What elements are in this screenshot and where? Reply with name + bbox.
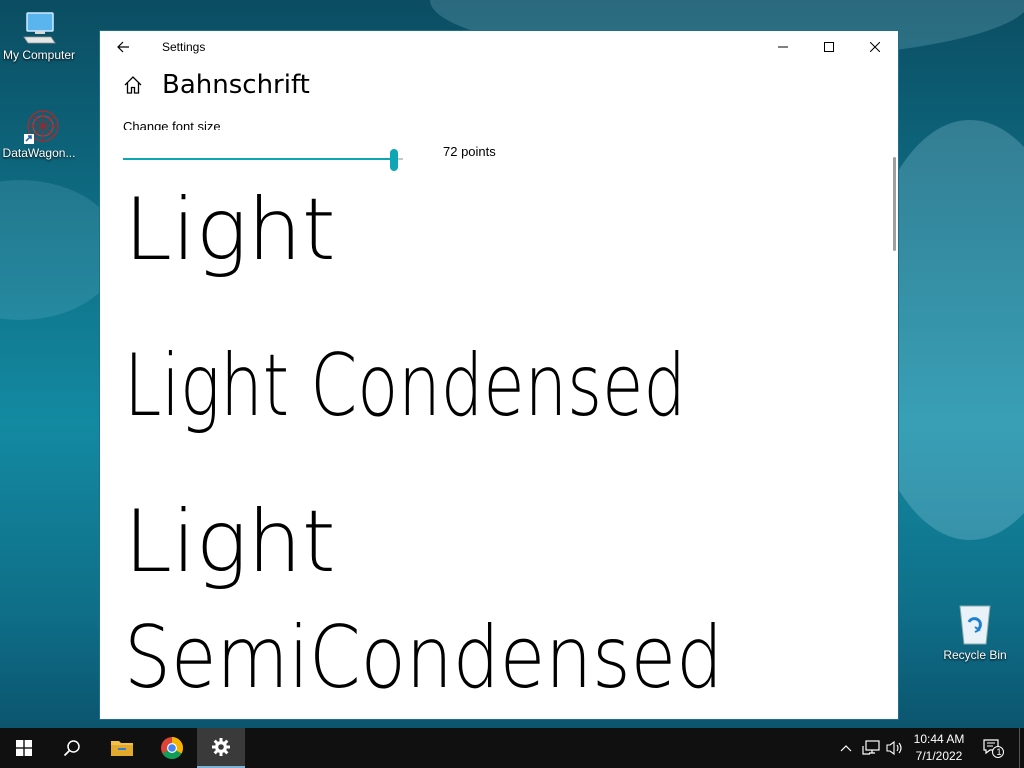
back-button[interactable]: [100, 31, 146, 63]
close-button[interactable]: [852, 31, 898, 63]
search-icon: [63, 740, 80, 757]
font-size-label: Change font size: [123, 120, 221, 130]
recycle-bin-icon: [955, 602, 995, 646]
taskbar-file-explorer[interactable]: [98, 728, 146, 768]
gear-icon: [212, 738, 230, 756]
slider-fill: [123, 158, 394, 160]
font-details-content: Change font size 72 points Light Light C…: [100, 107, 898, 719]
font-sample-light: Light: [124, 180, 336, 280]
desktop-icon-label: Recycle Bin: [943, 648, 1007, 662]
taskbar-clock[interactable]: 10:44 AM 7/1/2022: [904, 731, 974, 765]
clock-time: 10:44 AM: [913, 732, 965, 746]
scrollbar-thumb[interactable]: [893, 157, 896, 251]
action-center-button[interactable]: 1: [980, 728, 1006, 768]
home-icon[interactable]: [122, 74, 144, 96]
desktop-icon-recycle-bin[interactable]: Recycle Bin: [933, 602, 1017, 662]
font-size-slider[interactable]: [123, 147, 403, 171]
settings-window: Settings Bahnschrift Change font size 72…: [99, 30, 899, 720]
show-hidden-icons-button[interactable]: [836, 728, 856, 768]
desktop-icon-label: My Computer: [2, 48, 76, 62]
folder-icon: [111, 741, 133, 756]
font-sample-light-semicondensed-line2: SemiCondensed: [124, 608, 724, 708]
slider-thumb[interactable]: [390, 149, 398, 171]
desktop-icon-label: DataWagon...: [2, 146, 76, 160]
font-sample-light-semicondensed-line1: Light: [124, 492, 336, 592]
minimize-icon: [778, 46, 788, 48]
clock-date: 7/1/2022: [915, 749, 963, 763]
show-desktop-button[interactable]: [1019, 728, 1020, 768]
arrow-left-icon: [117, 41, 129, 53]
network-button[interactable]: [860, 728, 882, 768]
computer-icon: [21, 10, 57, 46]
desktop-icon-my-computer[interactable]: My Computer: [0, 10, 81, 62]
chevron-up-icon: [840, 745, 852, 752]
maximize-button[interactable]: [806, 31, 852, 63]
start-button[interactable]: [0, 728, 48, 768]
font-sample-light-condensed: Light Condensed: [124, 336, 686, 436]
notification-count: 1: [996, 747, 1002, 757]
desktop-icon-datawagon[interactable]: DataWagon...: [0, 108, 81, 160]
window-title: Settings: [162, 40, 206, 54]
page-title: Bahnschrift: [162, 70, 310, 100]
taskbar-settings[interactable]: [197, 728, 245, 768]
taskbar: 10:44 AM 7/1/2022 1: [0, 728, 1024, 768]
title-bar: Settings: [100, 31, 898, 63]
speaker-icon: [886, 740, 902, 756]
datawagon-icon: [21, 108, 59, 144]
network-icon: [862, 740, 880, 755]
page-header: Bahnschrift: [100, 63, 898, 107]
font-size-value: 72 points: [443, 144, 496, 159]
search-button[interactable]: [48, 728, 96, 768]
taskbar-chrome[interactable]: [148, 728, 196, 768]
windows-icon: [16, 740, 32, 756]
maximize-icon: [824, 42, 834, 52]
chrome-icon: [161, 737, 183, 759]
volume-button[interactable]: [884, 728, 906, 768]
minimize-button[interactable]: [760, 31, 806, 63]
close-icon: [870, 42, 880, 52]
